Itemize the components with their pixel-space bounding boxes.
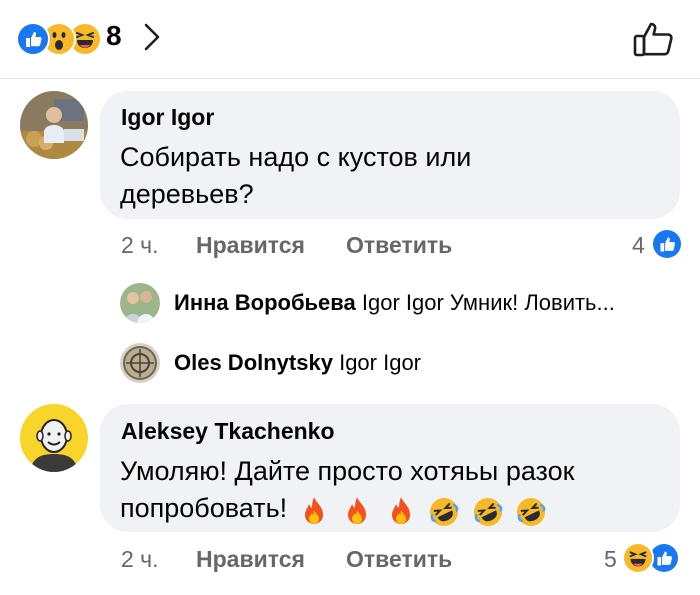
rofl-icon [430, 497, 459, 526]
reply-preview[interactable]: Инна Воробьева Igor Igor Умник! Ловить..… [174, 290, 615, 316]
comment-reaction-count[interactable]: 4 [632, 232, 645, 259]
avatar-inna[interactable] [120, 283, 160, 323]
fire-icon [391, 496, 410, 524]
haha-icon[interactable] [622, 542, 654, 574]
like-link[interactable]: Нравится [196, 232, 305, 259]
like-icon [16, 22, 50, 56]
reply-link[interactable]: Ответить [346, 546, 452, 573]
comment-author[interactable]: Igor Igor [121, 104, 214, 131]
comment-reaction-count[interactable]: 5 [604, 546, 617, 573]
reply-text: Igor Igor Умник! Ловить... [361, 290, 615, 315]
comment-text-line: Умоляю! Дайте просто хотяьы разок [120, 456, 575, 486]
rofl-icon [473, 497, 503, 526]
rofl-icon [517, 497, 546, 526]
reaction-count[interactable]: 8 [106, 20, 122, 52]
reactions-header[interactable]: 8 [0, 0, 700, 79]
reply-text: Igor Igor [339, 350, 422, 375]
reply-preview[interactable]: Oles Dolnytsky Igor Igor [174, 350, 421, 376]
comment-text-line: деревьев? [120, 179, 254, 209]
comment-time[interactable]: 2 ч. [121, 232, 159, 259]
comment-text-line: попробовать! [120, 489, 548, 529]
comment-text-fragment: попробовать! [120, 493, 288, 523]
fire-icon [348, 496, 367, 524]
emoji-group [295, 491, 549, 529]
reply-author[interactable]: Инна Воробьева [174, 290, 356, 315]
like-link[interactable]: Нравится [196, 546, 305, 573]
avatar-oles[interactable] [120, 343, 160, 383]
fire-icon [304, 496, 323, 524]
reply-author[interactable]: Oles Dolnytsky [174, 350, 333, 375]
avatar-aleksey[interactable] [20, 404, 88, 472]
comment-author[interactable]: Aleksey Tkachenko [121, 418, 335, 445]
like-button-icon[interactable] [632, 18, 676, 58]
comment-text-line: Собирать надо с кустов или [120, 142, 472, 172]
like-icon[interactable] [651, 228, 683, 260]
comment-time[interactable]: 2 ч. [121, 546, 159, 573]
chevron-right-icon[interactable] [142, 22, 162, 52]
reply-link[interactable]: Ответить [346, 232, 452, 259]
avatar-igor[interactable] [20, 91, 88, 159]
